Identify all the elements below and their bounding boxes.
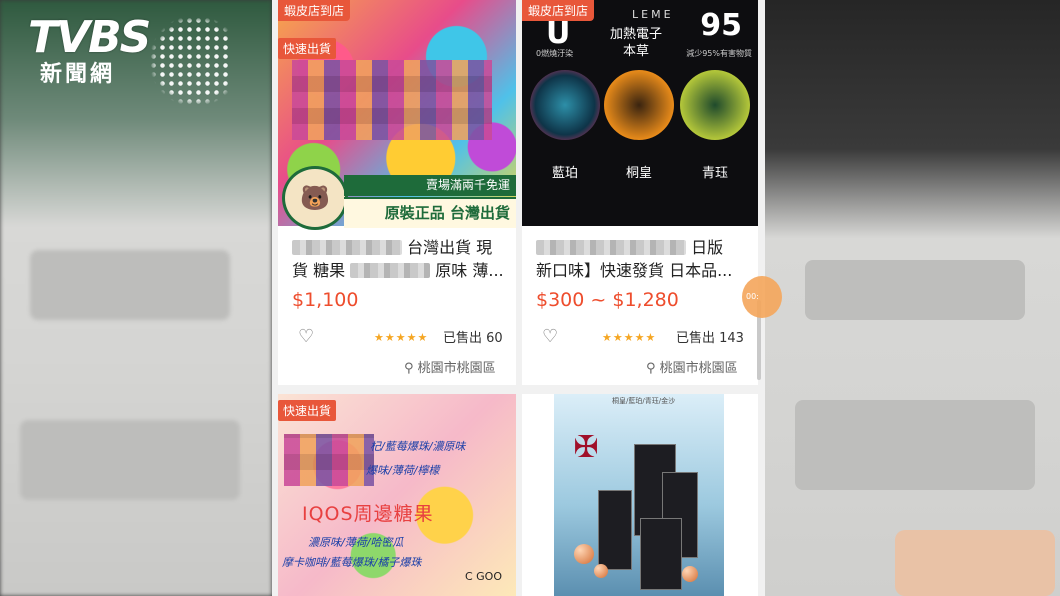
blurred-region [292, 60, 492, 140]
bear-mascot-icon: 🐻 [282, 166, 348, 230]
flavor-label: 桐皇 [625, 166, 652, 181]
brand-mark: C GOO [464, 570, 502, 583]
flavor-image [604, 70, 674, 140]
product-card[interactable]: 桐皇/藍珀/青珏/金沙 ✠ [522, 394, 758, 596]
image-heading: IQOS周邊糖果 [302, 503, 434, 525]
fast-shipping-badge: 快速出貨 [278, 400, 337, 421]
product-price: $1,100 [292, 289, 359, 311]
shop-location: ⚲ 桃園市桃園區 [646, 361, 738, 376]
image-heading: 加熱電子 本草 [610, 27, 663, 59]
like-heart-icon[interactable]: ♡ [298, 326, 314, 347]
product-card[interactable]: 蝦皮店到店 U LEME 加熱電子 本草 95 0燃燒汙染 減少95%有害物質 藍… [522, 0, 758, 385]
blurred-region [284, 434, 374, 486]
fast-shipping-badge: 快速出貨 [278, 38, 337, 59]
image-text-u: U [546, 16, 571, 51]
image-text-95: 95 [700, 8, 742, 43]
product-title[interactable]: 日版 新口味】快速發貨 日本品... [536, 236, 746, 282]
product-card[interactable]: 快速出貨 杞/藍莓爆珠/濃原味 爆味/薄荷/檸檬 IQOS周邊糖果 濃原味/薄荷… [278, 394, 516, 596]
like-heart-icon[interactable]: ♡ [542, 326, 558, 347]
sold-count: 已售出 143 [676, 331, 744, 346]
product-title[interactable]: 台灣出貨 現 貨 糖果 原味 薄... [292, 236, 504, 282]
flavor-label: 青珏 [701, 166, 728, 181]
product-grid: 蝦皮店到店 快速出貨 🐻 賣場滿兩千免運 原裝正品 台灣出貨 台灣出貨 現 貨 … [272, 0, 765, 596]
background-right [765, 0, 1060, 596]
sold-count: 已售出 60 [443, 331, 503, 346]
flavor-label: 藍珀 [551, 166, 578, 181]
product-image[interactable]: 蝦皮店到店 U LEME 加熱電子 本草 95 0燃燒汙染 減少95%有害物質 藍… [522, 0, 758, 226]
brand-logo: LEME [632, 8, 674, 21]
product-image[interactable]: 桐皇/藍珀/青珏/金沙 ✠ [554, 394, 724, 596]
emblem-icon: ✠ [573, 430, 599, 465]
tvbs-logo: TVBS 新聞網 [28, 14, 232, 106]
authentic-banner: 原裝正品 台灣出貨 [344, 197, 516, 228]
product-price-range: $300 ~ $1,280 [536, 289, 679, 311]
store-delivery-badge: 蝦皮店到店 [278, 0, 351, 21]
shop-location: ⚲ 桃園市桃園區 [404, 361, 496, 376]
location-pin-icon: ⚲ [404, 361, 414, 376]
product-image[interactable]: 蝦皮店到店 快速出貨 🐻 賣場滿兩千免運 原裝正品 台灣出貨 [278, 0, 516, 230]
location-pin-icon: ⚲ [646, 361, 656, 376]
rating-stars: ★★★★★ [374, 331, 429, 344]
floating-timer-button[interactable]: 00: [742, 276, 782, 318]
product-image[interactable]: 快速出貨 杞/藍莓爆珠/濃原味 爆味/薄荷/檸檬 IQOS周邊糖果 濃原味/薄荷… [278, 394, 516, 596]
product-card[interactable]: 蝦皮店到店 快速出貨 🐻 賣場滿兩千免運 原裝正品 台灣出貨 台灣出貨 現 貨 … [278, 0, 516, 385]
free-shipping-banner: 賣場滿兩千免運 [344, 175, 516, 196]
rating-stars: ★★★★★ [602, 331, 657, 344]
flavor-image [680, 70, 750, 140]
flavor-image [530, 70, 600, 140]
